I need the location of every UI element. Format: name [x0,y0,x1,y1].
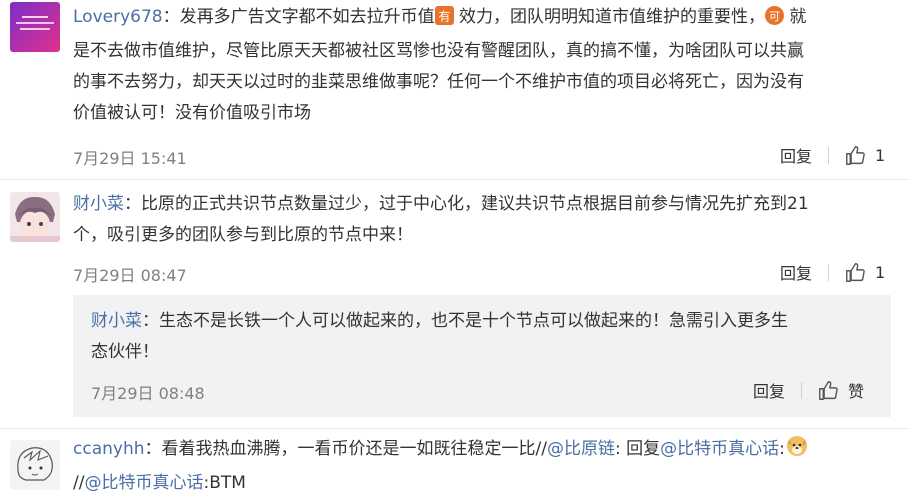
emoji-badge-text: 可 [769,10,780,23]
reply-text: 财小菜：生态不是长铁一个人可以做起来的，也不是十个节点可以做起来的！急需引入更多… [91,306,881,368]
reply-button[interactable]: 回复 [753,378,785,402]
thumbs-up-icon [846,262,865,282]
divider [801,381,803,399]
reply-username[interactable]: 财小菜 [91,311,142,331]
reply-button[interactable]: 回复 [780,260,812,284]
emoji-badge-text: 有 [438,10,450,24]
mention-link[interactable]: @比特币真心话 [660,439,779,459]
comment-text-line: 个，吸引更多的团队参与到比原的节点中来！ [73,225,413,245]
comment-text-part: ：发再多广告文字都不如去拉升币值 [162,7,435,27]
like-count: 1 [875,262,886,282]
reply-actions: 回复 赞 [753,378,864,402]
comment-text-line: 是不去做市值维护，尽管比原天天都被社区骂惨也没有警醒团队，真的搞不懂，为啥团队可… [73,41,804,61]
comment-timestamp: 7月29日 15:41 [73,149,187,168]
like-label: 赞 [848,382,865,401]
comment-username[interactable]: ccanyhh [73,439,145,459]
comment-text: Lovery678：发再多广告文字都不如去拉升币值有 效力，团队明明知道市值维护… [73,2,893,129]
divider [0,428,909,429]
comment-text-line: 的事不去努力，却天天以过时的韭菜思维做事呢？任何一个不维护市值的项目必将死亡，因… [73,72,804,92]
comment-text-line: 价值被认可！没有价值吸引市场 [73,103,311,123]
comment-actions: 回复 1 [780,143,885,167]
emoji-icon: 可 [765,5,784,36]
thumbs-up-icon [846,145,865,165]
reply-timestamp: 7月29日 08:48 [91,384,205,403]
emoji-icon: 有 [434,5,454,36]
comment-text-part: 就 [784,7,807,27]
mention-link[interactable]: @比特币真心话 [84,473,203,493]
avatar[interactable] [10,440,60,490]
comment-text-part: ：比原的正式共识节点数量过少，过于中心化，建议共识节点根据目前参与情况先扩充到2… [124,194,809,214]
comment-text-part: :BTM [203,473,246,493]
reply-text-part: ：生态不是长铁一个人可以做起来的，也不是十个节点可以做起来的！急需引入更多生 [142,311,788,331]
reply-text-line: 态伙伴！ [91,342,159,362]
like-count: 1 [875,145,886,165]
comment-text: 财小菜：比原的正式共识节点数量过少，过于中心化，建议共识节点根据目前参与情况先扩… [73,189,893,251]
like-button[interactable]: 1 [845,145,885,166]
reply-thread: 财小菜：生态不是长铁一个人可以做起来的，也不是十个节点可以做起来的！急需引入更多… [73,295,891,417]
comment-username[interactable]: Lovery678 [73,7,163,27]
comment-text-part: 效力，团队明明知道市值维护的重要性， [453,7,765,27]
divider [0,179,909,180]
comment-timestamp: 7月29日 08:47 [73,266,187,285]
thumbs-up-icon [819,380,838,400]
like-button[interactable]: 赞 [818,378,864,402]
divider [828,146,830,164]
avatar[interactable] [10,192,60,242]
doge-emoji-icon [785,433,809,468]
reply-button[interactable]: 回复 [780,143,812,167]
comment-text: ccanyhh：看着我热血沸腾，一看币价还是一如既往稳定一比//@比原链: 回复… [73,433,893,499]
divider [828,263,830,281]
comment-text-part: ：看着我热血沸腾，一看币价还是一如既往稳定一比// [144,439,547,459]
comment-text-part: // [73,473,85,493]
mention-link[interactable]: @比原链 [547,439,615,459]
avatar[interactable] [10,2,60,52]
comment-text-part: : 回复 [614,439,661,459]
like-button[interactable]: 1 [845,262,885,283]
comment-username[interactable]: 财小菜 [73,194,124,214]
comment-actions: 回复 1 [780,260,885,284]
